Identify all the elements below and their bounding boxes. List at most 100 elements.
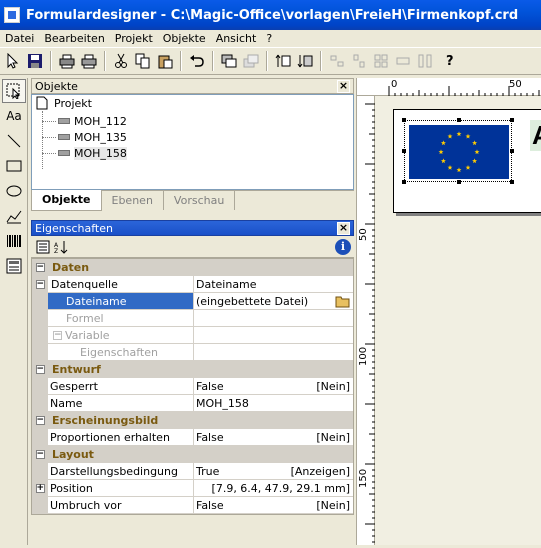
select-tool-icon[interactable] xyxy=(2,79,26,103)
category-layout[interactable]: − Layout xyxy=(32,446,353,463)
sort-az-icon[interactable]: AZ xyxy=(52,236,70,258)
property-row-umbruch[interactable]: Umbruch vor False [Nein] xyxy=(32,497,353,514)
property-row-dateiname[interactable]: Dateiname (eingebettete Datei) xyxy=(32,293,353,310)
property-value: False xyxy=(196,498,224,512)
category-erscheinungsbild[interactable]: − Erscheinungsbild xyxy=(32,412,353,429)
category-label: Daten xyxy=(52,260,90,274)
resize-handle[interactable] xyxy=(457,118,461,122)
ellipse-tool-icon[interactable] xyxy=(2,179,26,203)
categorized-icon[interactable] xyxy=(34,236,52,258)
cut-icon[interactable] xyxy=(110,50,132,72)
menu-bearbeiten[interactable]: Bearbeiten xyxy=(39,32,109,45)
eu-star xyxy=(456,167,462,173)
collapse-toggle[interactable]: − xyxy=(32,446,48,462)
resize-handle[interactable] xyxy=(402,118,406,122)
property-row-name[interactable]: Name MOH_158 xyxy=(32,395,353,412)
tree-item-moh-158[interactable]: MOH_158 xyxy=(58,145,127,161)
resize-handle[interactable] xyxy=(457,180,461,184)
text-tool-icon[interactable]: Aa xyxy=(2,104,26,128)
selected-image-object[interactable] xyxy=(402,118,514,184)
close-icon[interactable]: × xyxy=(337,221,350,235)
expand-toggle[interactable]: + xyxy=(32,480,48,496)
close-icon[interactable]: × xyxy=(337,79,350,93)
collapse-toggle[interactable]: − xyxy=(32,259,48,275)
tool-palette: Aa xyxy=(0,78,28,545)
window-title: Formulardesigner - C:\Magic-Office\vorla… xyxy=(26,7,519,23)
vertical-ruler: 50 100 150 xyxy=(357,96,375,545)
menu-datei[interactable]: Datei xyxy=(0,32,39,45)
objects-panel-header: Objekte × xyxy=(31,78,354,94)
ungroup-icon[interactable] xyxy=(240,50,262,72)
menu-projekt[interactable]: Projekt xyxy=(110,32,158,45)
group-icon[interactable] xyxy=(218,50,240,72)
tree-item-moh-135[interactable]: MOH_135 xyxy=(58,129,127,145)
menu-help[interactable]: ? xyxy=(261,32,277,45)
category-entwurf[interactable]: − Entwurf xyxy=(32,361,353,378)
undo-icon[interactable] xyxy=(186,50,208,72)
resize-handle[interactable] xyxy=(510,180,514,184)
property-value: MOH_158 xyxy=(196,396,249,410)
objects-panel: Objekte × Projekt MOH_112 MOH_135 MOH_15… xyxy=(31,78,354,214)
collapse-toggle[interactable]: − xyxy=(32,412,48,428)
space-icon xyxy=(414,50,436,72)
horizontal-ruler: 0 50 xyxy=(357,78,541,96)
property-row-proportionen[interactable]: Proportionen erhalten False [Nein] xyxy=(32,429,353,446)
send-back-icon[interactable] xyxy=(294,50,316,72)
tab-ebenen[interactable]: Ebenen xyxy=(102,191,164,210)
resize-handle[interactable] xyxy=(402,149,406,153)
resize-handle[interactable] xyxy=(510,149,514,153)
category-daten[interactable]: − Daten xyxy=(32,259,353,276)
property-name: Umbruch vor xyxy=(50,498,122,512)
properties-panel: Eigenschaften × AZ i − Daten − Datenquell… xyxy=(31,220,354,545)
category-label: Layout xyxy=(52,447,94,461)
collapse-toggle[interactable]: − xyxy=(32,361,48,377)
align-center-icon xyxy=(348,50,370,72)
property-name: Proportionen erhalten xyxy=(50,430,170,444)
form-tool-icon[interactable] xyxy=(2,254,26,278)
bring-front-icon[interactable] xyxy=(272,50,294,72)
eu-star xyxy=(472,140,478,146)
resize-handle[interactable] xyxy=(402,180,406,184)
help-button[interactable]: ? xyxy=(446,54,454,69)
chart-tool-icon[interactable] xyxy=(2,204,26,228)
line-tool-icon[interactable] xyxy=(2,129,26,153)
resize-handle[interactable] xyxy=(510,118,514,122)
rectangle-tool-icon[interactable] xyxy=(2,154,26,178)
property-value[interactable]: (eingebettete Datei) xyxy=(196,295,308,308)
title-bar: Formulardesigner - C:\Magic-Office\vorla… xyxy=(0,0,541,30)
tab-objekte[interactable]: Objekte xyxy=(31,190,102,211)
print-icon[interactable] xyxy=(78,50,100,72)
property-row-darstellung[interactable]: Darstellungsbedingung True [Anzeigen] xyxy=(32,463,353,480)
property-row-eigenschaften: Eigenschaften xyxy=(32,344,353,361)
property-row-position[interactable]: + Position [7.9, 6.4, 47.9, 29.1 mm] xyxy=(32,480,353,497)
barcode-tool-icon[interactable] xyxy=(2,229,26,253)
tree-item-moh-112[interactable]: MOH_112 xyxy=(58,113,127,129)
eu-star xyxy=(472,158,478,164)
folder-open-icon[interactable] xyxy=(335,294,351,308)
menu-bar: Datei Bearbeiten Projekt Objekte Ansicht… xyxy=(0,30,541,47)
object-tree: Projekt MOH_112 MOH_135 MOH_158 xyxy=(31,94,354,190)
properties-panel-title: Eigenschaften xyxy=(35,221,113,235)
info-icon[interactable]: i xyxy=(335,238,351,255)
property-row-gesperrt[interactable]: Gesperrt False [Nein] xyxy=(32,378,353,395)
ruler-label-50: 50 xyxy=(509,79,522,90)
select-pointer-icon[interactable] xyxy=(2,50,24,72)
design-canvas[interactable]: A xyxy=(375,96,541,545)
tree-item-projekt[interactable]: Projekt xyxy=(36,95,92,111)
document-icon xyxy=(36,96,48,110)
paste-icon[interactable] xyxy=(154,50,176,72)
collapse-toggle[interactable]: − xyxy=(32,276,48,292)
canvas-text-fragment[interactable]: A xyxy=(530,120,541,151)
toolbar-separator xyxy=(104,51,106,71)
main-toolbar: ? xyxy=(0,47,541,75)
form-page[interactable]: A xyxy=(393,109,541,213)
category-label: Entwurf xyxy=(52,362,101,376)
menu-objekte[interactable]: Objekte xyxy=(158,32,211,45)
property-value: False xyxy=(196,430,224,444)
print-preview-icon[interactable] xyxy=(56,50,78,72)
property-row-datenquelle[interactable]: − Datenquelle Dateiname xyxy=(32,276,353,293)
tab-vorschau[interactable]: Vorschau xyxy=(164,191,236,210)
copy-icon[interactable] xyxy=(132,50,154,72)
save-icon[interactable] xyxy=(24,50,46,72)
menu-ansicht[interactable]: Ansicht xyxy=(211,32,262,45)
